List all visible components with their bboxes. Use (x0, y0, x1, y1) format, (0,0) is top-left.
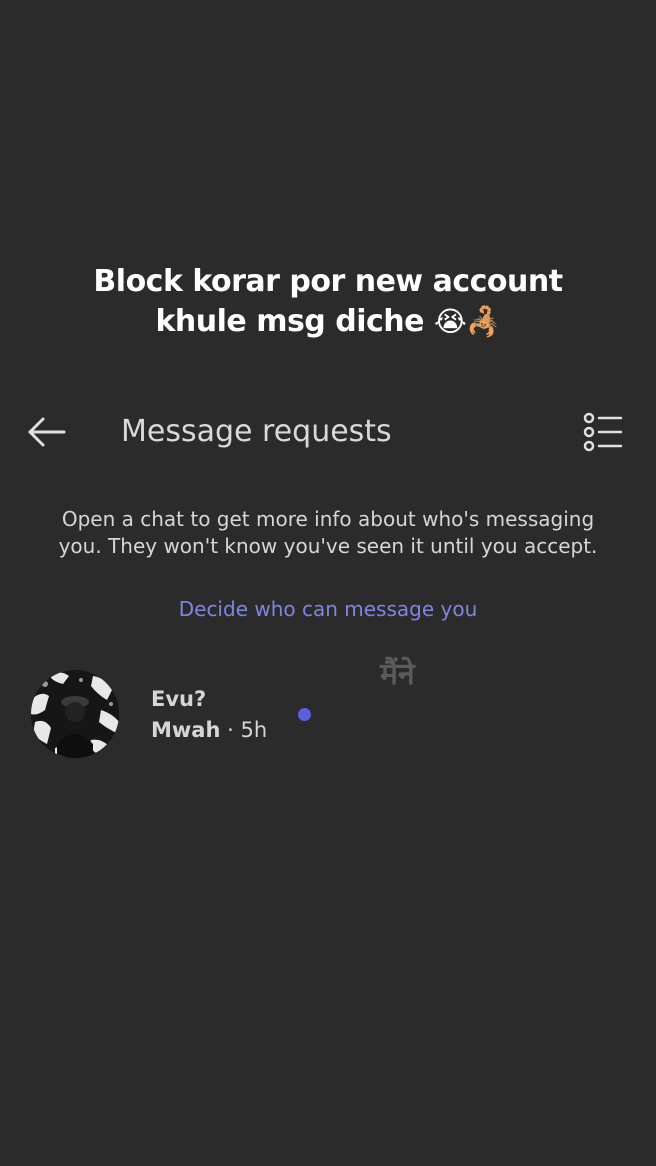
story-caption: Block korar por new account khule msg di… (0, 262, 656, 342)
filter-button[interactable] (578, 410, 628, 454)
caption-line-2: khule msg diche (155, 304, 424, 339)
avatar (31, 670, 119, 758)
back-button[interactable] (22, 412, 70, 452)
sender-name: Evu? (151, 687, 207, 711)
list-item[interactable]: Evu? Mwah · 5h (0, 665, 656, 765)
info-text: Open a chat to get more info about who's… (58, 507, 598, 558)
message-preview: Mwah · 5h (151, 716, 267, 744)
list-filter-icon (583, 412, 623, 452)
unread-indicator (298, 708, 311, 721)
arrow-left-icon (28, 417, 66, 447)
message-text: Mwah (151, 718, 221, 742)
page-title: Message requests (121, 414, 392, 449)
header-bar: Message requests (0, 402, 656, 462)
caption-line-1: Block korar por new account (93, 264, 563, 299)
caption-emoji: 😭🦂 (433, 305, 501, 338)
message-time: 5h (240, 718, 268, 742)
separator: · (220, 718, 241, 742)
decide-who-can-message-link[interactable]: Decide who can message you (0, 595, 656, 623)
